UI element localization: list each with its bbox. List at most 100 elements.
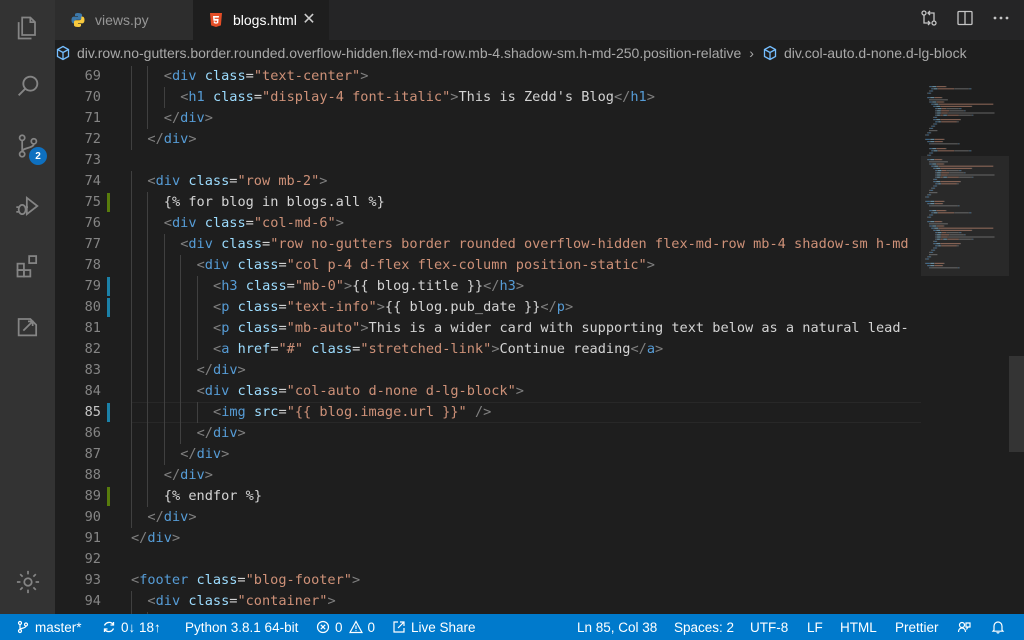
code-line[interactable]: 85 <img src="{{ blog.image.url }}" />	[55, 402, 921, 423]
code-line[interactable]: 88 </div>	[55, 465, 921, 486]
python-interpreter[interactable]: Python 3.8.1 64-bit	[185, 614, 298, 640]
minimap-token	[943, 262, 945, 264]
code-line[interactable]: 77 <div class="row no-gutters border roun…	[55, 234, 921, 255]
encoding[interactable]: UTF-8	[750, 614, 788, 640]
minimap[interactable]	[921, 66, 1009, 614]
code-line[interactable]: 71 </div>	[55, 108, 921, 129]
code-editor[interactable]: 69 <div class="text-center"> 70 <h1 class="…	[55, 66, 921, 614]
source-control-icon[interactable]	[0, 122, 55, 170]
indent-guide	[147, 276, 149, 297]
code-token: >	[646, 257, 655, 273]
code-line[interactable]: 83 </div>	[55, 360, 921, 381]
explorer-icon[interactable]	[0, 4, 55, 52]
sync-icon	[103, 621, 115, 633]
minimap-token	[972, 176, 973, 178]
minimap-token	[931, 225, 933, 227]
code-token: <	[163, 215, 172, 231]
debug-icon[interactable]	[0, 182, 55, 230]
remote-explorer-icon[interactable]	[0, 302, 55, 350]
minimap-token	[934, 200, 935, 202]
code-line[interactable]: 92	[55, 549, 921, 570]
code-token: h3	[221, 278, 238, 294]
minimap-token	[932, 187, 935, 189]
code-line[interactable]: 81 <p class="mb-auto">This is a wider car…	[55, 318, 921, 339]
code-token: h1	[630, 89, 647, 105]
settings-gear-icon[interactable]	[0, 558, 55, 606]
feedback-icon[interactable]	[957, 614, 976, 640]
tab-views-py[interactable]: views.py	[55, 0, 193, 40]
language-mode[interactable]: HTML	[840, 614, 877, 640]
problems-indicator[interactable]: 0 0	[316, 614, 375, 640]
split-editor-icon[interactable]	[956, 9, 974, 32]
minimap-token	[932, 125, 935, 127]
code-line[interactable]: 82 <a href="#" class="stretched-link">Con…	[55, 339, 921, 360]
minimap-token	[936, 148, 946, 150]
minimap-token	[927, 203, 930, 205]
added-line-marker[interactable]	[107, 193, 110, 212]
minimap-token	[931, 165, 934, 167]
code-line[interactable]: 69 <div class="text-center">	[55, 66, 921, 87]
end-of-line[interactable]: LF	[807, 614, 823, 640]
added-line-marker[interactable]	[107, 487, 110, 506]
indentation[interactable]: Spaces: 2	[674, 614, 734, 640]
modified-line-marker[interactable]	[107, 403, 110, 422]
code-line[interactable]: 89 {% endfor %}	[55, 486, 921, 507]
minimap-token	[935, 236, 937, 238]
minimap-token	[936, 123, 938, 125]
code-line[interactable]: 72 </div>	[55, 129, 921, 150]
live-share-button[interactable]: Live Share	[392, 614, 476, 640]
minimap-token	[930, 262, 935, 264]
code-line[interactable]: 74 <div class="row mb-2">	[55, 171, 921, 192]
breadcrumb-item[interactable]: div.row.no-gutters.border.rounded.overfl…	[77, 45, 741, 61]
minimap-token	[927, 132, 929, 134]
modified-line-marker[interactable]	[107, 298, 110, 317]
extensions-icon[interactable]	[0, 242, 55, 290]
minimap-slider[interactable]	[921, 156, 1009, 276]
line-number: 91	[84, 530, 101, 546]
minimap-token	[930, 152, 933, 154]
vertical-scrollbar[interactable]	[1009, 66, 1024, 614]
close-icon[interactable]: ✕	[301, 12, 317, 28]
minimap-token	[928, 194, 931, 196]
code-line[interactable]: 94 <div class="container">	[55, 591, 921, 612]
minimap-token	[929, 148, 930, 150]
minimap-token	[936, 86, 946, 88]
tab-label: views.py	[95, 12, 149, 28]
code-line[interactable]: 73	[55, 150, 921, 171]
code-line[interactable]: 84 <div class="col-auto d-none d-lg-block…	[55, 381, 921, 402]
code-line[interactable]: 70 <h1 class="display-4 font-italic">This…	[55, 87, 921, 108]
tab-blogs-html[interactable]: blogs.html ✕	[193, 0, 329, 40]
indent-guide	[163, 402, 165, 423]
minimap-token	[929, 225, 930, 227]
code-line[interactable]: 76 <div class="col-md-6">	[55, 213, 921, 234]
modified-line-marker[interactable]	[107, 277, 110, 296]
code-line[interactable]: 79 <h3 class="mb-0">{{ blog.title }}</h3>	[55, 276, 921, 297]
notifications-bell-icon[interactable]	[991, 614, 1010, 640]
minimap-token	[965, 234, 966, 236]
code-line[interactable]: 80 <p class="text-info">{{ blog.pub_date …	[55, 297, 921, 318]
code-line[interactable]: 93 <footer class="blog-footer">	[55, 570, 921, 591]
minimap-token	[940, 119, 961, 121]
minimap-token	[928, 258, 930, 260]
branch-indicator[interactable]: master*	[16, 614, 82, 640]
sync-indicator[interactable]: 0↓ 18↑	[102, 614, 161, 640]
code-line[interactable]: 86 </div>	[55, 423, 921, 444]
search-icon[interactable]	[0, 62, 55, 110]
breadcrumb-item[interactable]: div.col-auto.d-none.d-lg-block	[784, 45, 967, 61]
code-line[interactable]: 87 </div>	[55, 444, 921, 465]
indent-guide	[147, 339, 149, 360]
code-token: >	[204, 467, 213, 483]
code-line[interactable]: 91 </div>	[55, 528, 921, 549]
code-line[interactable]: 78 <div class="col p-4 d-flex flex-column…	[55, 255, 921, 276]
code-text: </div>	[164, 465, 213, 486]
prettier-formatter[interactable]: Prettier	[895, 614, 939, 640]
code-line[interactable]: 90 </div>	[55, 507, 921, 528]
more-actions-icon[interactable]	[992, 9, 1010, 32]
code-text: <footer class="blog-footer">	[131, 570, 360, 591]
cursor-position[interactable]: Ln 85, Col 38	[577, 614, 657, 640]
indent-guide	[163, 444, 165, 465]
line-number: 80	[84, 299, 101, 315]
scrollbar-thumb[interactable]	[1009, 356, 1024, 452]
compare-changes-icon[interactable]	[920, 9, 938, 32]
code-line[interactable]: 75 {% for blog in blogs.all %}	[55, 192, 921, 213]
